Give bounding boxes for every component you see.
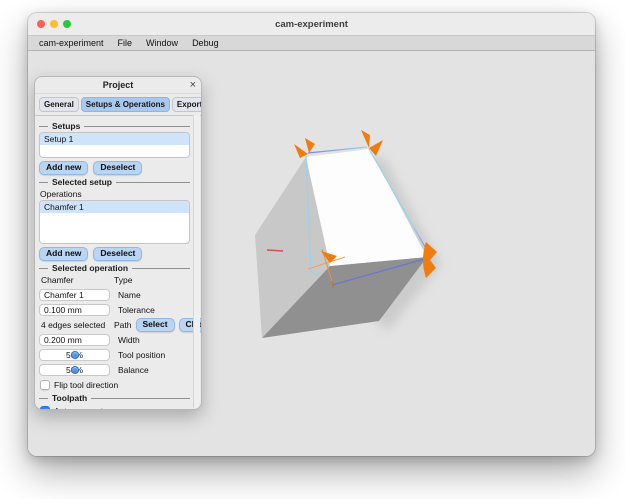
menu-item-file[interactable]: File: [111, 36, 140, 50]
toolpath-section-header: Toolpath: [39, 393, 190, 403]
title-bar[interactable]: cam-experiment: [28, 13, 595, 35]
tab-setups-operations[interactable]: Setups & Operations: [81, 97, 170, 112]
auto-generate-checkbox[interactable]: ✓: [40, 406, 50, 410]
add-new-operation-button[interactable]: Add new: [39, 247, 88, 261]
path-select-button[interactable]: Select: [136, 318, 175, 332]
list-item[interactable]: Setup 1: [40, 133, 189, 145]
zoom-window-button[interactable]: [63, 20, 71, 28]
flip-tool-direction-label: Flip tool direction: [54, 380, 118, 390]
tool-position-slider[interactable]: 50%: [39, 349, 110, 361]
tool-position-slider-thumb[interactable]: [71, 351, 79, 359]
flip-tool-direction-row: Flip tool direction: [40, 379, 190, 391]
balance-row: 50% Balance: [39, 364, 190, 376]
panel-scrollbar[interactable]: [193, 115, 200, 408]
minimize-window-button[interactable]: [50, 20, 58, 28]
deselect-operation-button[interactable]: Deselect: [93, 247, 142, 261]
add-new-setup-button[interactable]: Add new: [39, 161, 88, 175]
panel-body: Setups Setup 1 Add new Deselect Selected…: [35, 116, 201, 410]
project-panel-title: Project: [103, 80, 134, 90]
traffic-lights: [37, 20, 71, 28]
width-row: 0.200 mm Width: [39, 334, 190, 346]
name-label: Name: [118, 290, 141, 300]
balance-label: Balance: [118, 365, 149, 375]
flip-tool-direction-checkbox[interactable]: [40, 380, 50, 390]
window-title: cam-experiment: [275, 19, 348, 30]
viewport: Project × General Setups & Operations Ex…: [28, 51, 595, 456]
list-item[interactable]: Chamfer 1: [40, 201, 189, 213]
path-status: 4 edges selected: [39, 320, 105, 330]
project-panel-header[interactable]: Project ×: [35, 77, 201, 94]
selected-operation-section-header: Selected operation: [39, 263, 190, 273]
balance-slider-thumb[interactable]: [71, 366, 79, 374]
setups-list[interactable]: Setup 1: [39, 132, 190, 158]
close-icon[interactable]: ×: [190, 78, 196, 93]
tab-general[interactable]: General: [39, 97, 79, 112]
chamfer-marker-left: [294, 138, 315, 158]
operation-type-value: Chamfer: [39, 275, 74, 285]
balance-slider[interactable]: 50%: [39, 364, 110, 376]
auto-generate-row: ✓ Auto-generate: [40, 405, 190, 410]
operations-list[interactable]: Chamfer 1: [39, 200, 190, 244]
project-panel: Project × General Setups & Operations Ex…: [34, 76, 202, 410]
tab-export[interactable]: Export: [172, 97, 202, 112]
menu-item-debug[interactable]: Debug: [185, 36, 226, 50]
panel-tabstrip: General Setups & Operations Export: [35, 94, 201, 116]
type-label: Type: [114, 275, 132, 285]
path-row: 4 edges selected Path Select Clear: [39, 319, 190, 331]
menu-item-window[interactable]: Window: [139, 36, 185, 50]
app-window: cam-experiment cam-experiment File Windo…: [28, 13, 595, 456]
name-field[interactable]: Chamfer 1: [39, 289, 110, 301]
tolerance-label: Tolerance: [118, 305, 155, 315]
tool-position-row: 50% Tool position: [39, 349, 190, 361]
tolerance-row: 0.100 mm Tolerance: [39, 304, 190, 316]
path-label: Path: [114, 320, 132, 330]
close-window-button[interactable]: [37, 20, 45, 28]
menu-bar: cam-experiment File Window Debug: [28, 35, 595, 51]
operations-label: Operations: [40, 189, 190, 199]
tolerance-field[interactable]: 0.100 mm: [39, 304, 110, 316]
deselect-setup-button[interactable]: Deselect: [93, 161, 142, 175]
width-label: Width: [118, 335, 140, 345]
auto-generate-label: Auto-generate: [54, 406, 108, 410]
tool-position-label: Tool position: [118, 350, 165, 360]
selected-setup-section-header: Selected setup: [39, 177, 190, 187]
setups-section-header: Setups: [39, 121, 190, 131]
operation-name-row: Chamfer 1 Name: [39, 289, 190, 301]
menu-item-app[interactable]: cam-experiment: [32, 36, 111, 50]
operation-type-row: Chamfer Type: [39, 274, 190, 286]
axis-red-line: [267, 250, 283, 251]
width-field[interactable]: 0.200 mm: [39, 334, 110, 346]
